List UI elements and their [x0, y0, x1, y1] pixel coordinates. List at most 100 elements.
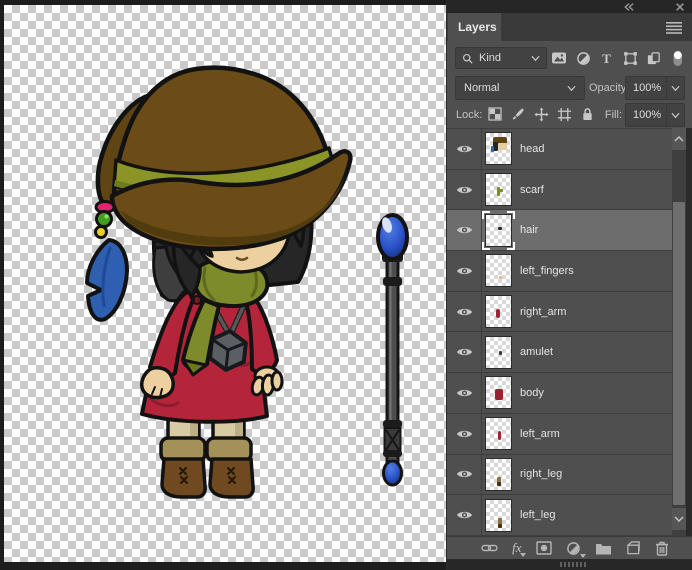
eye-icon	[456, 389, 472, 397]
svg-text:T: T	[602, 51, 611, 66]
chevron-down-icon	[671, 85, 680, 91]
layer-thumbnail[interactable]	[485, 335, 512, 369]
opacity-field[interactable]: 100%	[625, 76, 685, 100]
layer-name: right_arm	[520, 305, 567, 318]
layer-row[interactable]: right_leg	[447, 454, 672, 496]
layer-list-scrollbar[interactable]	[672, 128, 686, 536]
layer-name: left_fingers	[520, 264, 574, 277]
layer-row[interactable]: head	[447, 129, 672, 170]
eye-icon	[456, 186, 472, 193]
layer-row[interactable]: left_fingers	[447, 251, 672, 292]
opacity-chevron-button[interactable]	[666, 77, 684, 99]
new-layer-icon[interactable]	[626, 541, 641, 555]
filter-toggle[interactable]	[670, 50, 685, 67]
kind-filter-label: Kind	[479, 52, 502, 64]
pixel-layers-icon[interactable]	[551, 50, 567, 66]
layer-thumbnail[interactable]	[485, 376, 512, 410]
layer-thumbnail[interactable]	[485, 498, 512, 532]
layer-row[interactable]: right_arm	[447, 291, 672, 333]
scroll-down-button[interactable]	[672, 508, 686, 530]
layer-thumbnail[interactable]	[482, 210, 515, 250]
layer-visibility-toggle[interactable]	[447, 495, 482, 535]
witch-character-sprite	[85, 65, 353, 499]
chevron-down-icon	[567, 85, 576, 91]
layer-visibility-toggle[interactable]	[447, 413, 482, 454]
layer-name: right_leg	[520, 468, 563, 481]
thumbnail-content	[498, 431, 501, 441]
kind-filter-dropdown[interactable]: Kind	[455, 47, 547, 69]
layer-visibility-toggle[interactable]	[447, 251, 482, 291]
add-layer-mask-icon[interactable]	[535, 541, 552, 555]
staff-sprite	[376, 213, 409, 487]
layer-thumbnail[interactable]	[485, 417, 512, 451]
layer-visibility-toggle[interactable]	[447, 129, 482, 169]
layer-thumbnail[interactable]	[485, 132, 512, 166]
scroll-up-button[interactable]	[672, 128, 686, 150]
layer-row[interactable]: scarf	[447, 169, 672, 211]
delete-layer-icon[interactable]	[655, 541, 669, 556]
new-adjustment-layer-icon[interactable]	[566, 541, 586, 558]
layer-list: head scarf hair left_fingers right_arm a…	[447, 128, 672, 537]
layer-row[interactable]: left_leg	[447, 495, 672, 536]
tab-layers[interactable]: Layers	[448, 13, 501, 41]
thumbnail-content	[497, 481, 501, 486]
photoshop-window: { "panel": { "header": {"icons": ["colla…	[0, 0, 692, 570]
layer-row[interactable]: body	[447, 373, 672, 414]
link-layers-icon[interactable]	[481, 542, 498, 554]
panel-menu-icon[interactable]	[665, 21, 683, 34]
eye-icon	[456, 267, 472, 275]
panel-resize-grip[interactable]	[560, 562, 586, 567]
layer-visibility-toggle[interactable]	[447, 373, 482, 413]
layer-name: left_arm	[520, 427, 560, 440]
layer-thumbnail[interactable]	[485, 254, 512, 288]
chevron-down-icon	[531, 55, 540, 61]
layer-row[interactable]: left_arm	[447, 413, 672, 455]
fill-label: Fill:	[604, 109, 622, 121]
layer-visibility-toggle[interactable]	[447, 291, 482, 332]
eye-icon	[456, 227, 472, 234]
opacity-value: 100%	[633, 82, 662, 94]
panel-tab-bar: Layers	[447, 13, 692, 41]
layer-thumbnail[interactable]	[485, 457, 512, 491]
fill-value: 100%	[633, 109, 662, 121]
new-group-icon[interactable]	[595, 542, 612, 555]
blend-mode-dropdown[interactable]: Normal	[455, 76, 585, 100]
lock-artboard-icon[interactable]	[557, 107, 572, 122]
layer-row[interactable]: hair	[447, 210, 672, 252]
smart-objects-icon[interactable]	[646, 51, 661, 66]
type-layers-icon[interactable]: T	[599, 51, 614, 66]
lock-label: Lock:	[456, 109, 483, 121]
thumbnail-content	[499, 276, 502, 280]
adjustment-layers-icon[interactable]	[576, 51, 591, 66]
lock-paint-icon[interactable]	[511, 107, 525, 121]
layer-name: head	[520, 142, 545, 155]
layers-panel-toolbar: fx	[447, 536, 692, 559]
layer-name: hair	[520, 224, 539, 237]
layer-visibility-toggle[interactable]	[447, 169, 482, 210]
collapse-panel-icon[interactable]	[623, 2, 635, 12]
canvas-area[interactable]	[0, 0, 446, 570]
close-panel-icon[interactable]	[675, 2, 685, 12]
layer-visibility-toggle[interactable]	[447, 454, 482, 495]
eye-icon	[456, 511, 472, 519]
layer-thumbnail[interactable]	[485, 295, 512, 329]
lock-transparency-icon[interactable]	[488, 107, 502, 121]
layer-visibility-toggle[interactable]	[447, 210, 482, 251]
shape-layers-icon[interactable]	[623, 51, 638, 66]
layer-visibility-toggle[interactable]	[447, 332, 482, 373]
thumbnail-content	[491, 146, 494, 153]
layer-styles-icon[interactable]: fx	[512, 541, 527, 557]
bead-green	[95, 210, 113, 228]
fill-field[interactable]: 100%	[625, 103, 685, 127]
layer-row[interactable]: amulet	[447, 332, 672, 374]
eye-icon	[456, 349, 472, 356]
character-artwork	[85, 65, 409, 499]
fill-chevron-button[interactable]	[666, 104, 684, 126]
scroll-thumb[interactable]	[673, 202, 685, 505]
eye-icon	[456, 430, 472, 437]
chevron-up-icon	[674, 136, 684, 142]
lock-move-icon[interactable]	[533, 106, 549, 122]
thumbnail-content	[499, 189, 503, 193]
eye-icon	[456, 308, 472, 315]
layer-thumbnail[interactable]	[485, 173, 512, 207]
